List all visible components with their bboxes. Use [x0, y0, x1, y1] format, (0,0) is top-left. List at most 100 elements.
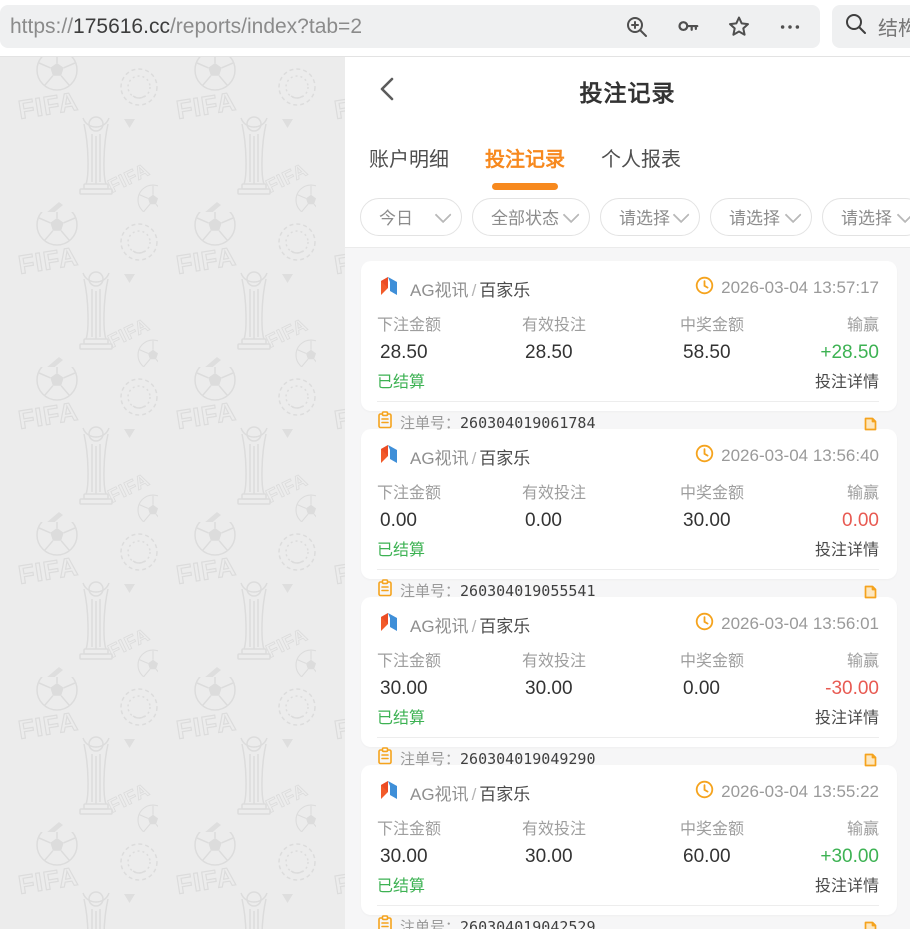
fifa-watermark-background: FIFA [0, 57, 345, 929]
status-settled-badge: 已结算 [377, 704, 425, 728]
provider-logo-icon [377, 442, 401, 471]
provider-logo-icon [377, 610, 401, 639]
win-amount: 0.00 [680, 678, 825, 700]
page-title: 投注记录 [580, 74, 676, 108]
col-label-win: 中奖金额 [680, 815, 820, 839]
bet-detail-link[interactable]: 投注详情 [815, 536, 879, 560]
status-settled-badge: 已结算 [377, 872, 425, 896]
col-label-win: 中奖金额 [680, 479, 842, 503]
clock-icon [695, 444, 714, 468]
col-label-win: 中奖金额 [680, 311, 820, 335]
copy-icon[interactable] [862, 749, 879, 768]
valid-bet-amount: 30.00 [522, 678, 680, 700]
filter-select-dropdown-3[interactable]: 请选择 [822, 198, 910, 236]
bet-time: 2026-03-04 13:57:17 [721, 278, 879, 298]
profit-amount: +30.00 [820, 846, 879, 868]
browser-search-box[interactable]: 结构 [832, 5, 910, 48]
chevron-down-icon [435, 206, 452, 223]
col-label-valid: 有效投注 [522, 311, 680, 335]
bet-record-card: AG视讯/百家乐 2026-03-04 13:57:17 下注金额 有效投注 中… [361, 261, 897, 411]
status-settled-badge: 已结算 [377, 368, 425, 392]
order-number: 260304019055541 [460, 582, 595, 600]
bet-amount: 28.50 [377, 342, 522, 364]
order-clipboard-icon [377, 579, 393, 602]
tab-account-detail[interactable]: 账户明细 [369, 125, 449, 194]
chevron-down-icon [897, 206, 910, 223]
col-label-profit: 输赢 [820, 311, 879, 335]
back-button[interactable] [369, 71, 405, 107]
win-amount: 58.50 [680, 342, 820, 364]
profit-amount: 0.00 [842, 510, 879, 532]
valid-bet-amount: 28.50 [522, 342, 680, 364]
search-query-text: 结构 [878, 12, 910, 41]
copy-icon[interactable] [862, 917, 879, 929]
profit-amount: +28.50 [820, 342, 879, 364]
chevron-down-icon [673, 206, 690, 223]
copy-icon[interactable] [862, 413, 879, 432]
chevron-down-icon [785, 206, 802, 223]
filter-bar: 今日 全部状态 请选择 请选择 请选择 [345, 194, 910, 248]
col-label-profit: 输赢 [820, 815, 879, 839]
order-number-label: 注单号： [400, 580, 460, 601]
win-amount: 30.00 [680, 510, 842, 532]
order-number: 260304019042529 [460, 918, 595, 929]
zoom-in-icon[interactable] [625, 15, 649, 39]
chevron-down-icon [563, 206, 580, 223]
url-text: https://175616.cc/reports/index?tab=2 [10, 15, 613, 39]
col-label-profit: 输赢 [825, 647, 879, 671]
clock-icon [695, 612, 714, 636]
order-number: 260304019061784 [460, 414, 595, 432]
game-name: AG视讯/百家乐 [410, 444, 530, 469]
bet-detail-link[interactable]: 投注详情 [815, 704, 879, 728]
bet-time: 2026-03-04 13:56:40 [721, 446, 879, 466]
tab-bar: 账户明细 投注记录 个人报表 [345, 125, 910, 194]
browser-toolbar: https://175616.cc/reports/index?tab=2 [0, 0, 910, 56]
bet-detail-link[interactable]: 投注详情 [815, 872, 879, 896]
valid-bet-amount: 30.00 [522, 846, 680, 868]
bet-record-card: AG视讯/百家乐 2026-03-04 13:55:22 下注金额 有效投注 中… [361, 765, 897, 915]
col-label-bet: 下注金额 [377, 479, 522, 503]
order-number-label: 注单号： [400, 748, 460, 769]
filter-select-dropdown-1[interactable]: 请选择 [600, 198, 700, 236]
filter-status-dropdown[interactable]: 全部状态 [472, 198, 590, 236]
order-number-label: 注单号： [400, 412, 460, 433]
tab-personal-report[interactable]: 个人报表 [601, 125, 681, 194]
record-list: AG视讯/百家乐 2026-03-04 13:57:17 下注金额 有效投注 中… [345, 248, 910, 929]
order-clipboard-icon [377, 915, 393, 929]
bet-amount: 0.00 [377, 510, 522, 532]
tab-betting-records[interactable]: 投注记录 [485, 125, 565, 194]
game-name: AG视讯/百家乐 [410, 780, 530, 805]
col-label-bet: 下注金额 [377, 311, 522, 335]
clock-icon [695, 276, 714, 300]
col-label-valid: 有效投注 [522, 815, 680, 839]
status-settled-badge: 已结算 [377, 536, 425, 560]
col-label-bet: 下注金额 [377, 815, 522, 839]
bookmark-star-icon[interactable] [727, 15, 751, 39]
clock-icon [695, 780, 714, 804]
filter-date-dropdown[interactable]: 今日 [360, 198, 462, 236]
page-header: 投注记录 [345, 57, 910, 125]
order-clipboard-icon [377, 747, 393, 770]
order-clipboard-icon [377, 411, 393, 434]
profit-amount: -30.00 [825, 678, 879, 700]
win-amount: 60.00 [680, 846, 820, 868]
game-name: AG视讯/百家乐 [410, 612, 530, 637]
filter-select-dropdown-2[interactable]: 请选择 [710, 198, 812, 236]
url-bar[interactable]: https://175616.cc/reports/index?tab=2 [0, 5, 820, 48]
bet-detail-link[interactable]: 投注详情 [815, 368, 879, 392]
bet-record-card: AG视讯/百家乐 2026-03-04 13:56:01 下注金额 有效投注 中… [361, 597, 897, 747]
bet-time: 2026-03-04 13:56:01 [721, 614, 879, 634]
col-label-valid: 有效投注 [522, 479, 680, 503]
more-menu-icon[interactable] [778, 15, 802, 39]
search-icon [844, 12, 868, 41]
provider-logo-icon [377, 778, 401, 807]
col-label-profit: 输赢 [842, 479, 879, 503]
bet-time: 2026-03-04 13:55:22 [721, 782, 879, 802]
order-number: 260304019049290 [460, 750, 595, 768]
col-label-win: 中奖金额 [680, 647, 825, 671]
order-number-label: 注单号： [400, 916, 460, 929]
provider-logo-icon [377, 274, 401, 303]
bet-amount: 30.00 [377, 678, 522, 700]
password-key-icon[interactable] [676, 15, 700, 39]
copy-icon[interactable] [862, 581, 879, 600]
